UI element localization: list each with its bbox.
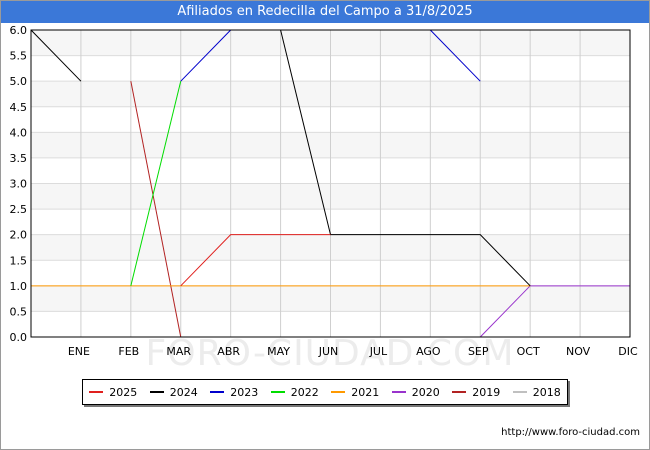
y-tick-label: 2.5 — [10, 203, 28, 216]
source-url: http://www.foro-ciudad.com — [501, 427, 640, 438]
y-tick-label: 1.0 — [10, 280, 28, 293]
legend-item-2020: 2020 — [391, 385, 440, 399]
legend-item-2019: 2019 — [452, 386, 500, 399]
legend-item-2021: 2021 — [331, 386, 379, 399]
x-tick-label: MAY — [267, 345, 290, 358]
legend-label: 2023 — [230, 385, 259, 399]
legend-swatch — [270, 391, 285, 393]
x-tick-label: NOV — [566, 345, 591, 358]
legend-label: 2025 — [109, 385, 138, 399]
x-tick-label: AGO — [416, 345, 441, 358]
y-tick-label: 0.5 — [10, 305, 28, 318]
legend-swatch — [89, 391, 104, 393]
y-tick-label: 6.0 — [10, 24, 28, 37]
x-tick-label: DIC — [618, 345, 638, 358]
x-tick-label: SEP — [468, 345, 489, 358]
x-tick-label: ABR — [217, 345, 240, 358]
x-tick-label: OCT — [517, 345, 540, 358]
chart-legend: 2025 2024 2023 2022 2021 2020 2019 2018 — [82, 379, 568, 405]
y-tick-label: 3.5 — [10, 152, 28, 165]
y-tick-label: 0.0 — [10, 331, 28, 344]
x-tick-label: JUL — [369, 345, 388, 358]
y-tick-label: 3.0 — [10, 178, 28, 191]
legend-item-2023: 2023 — [210, 386, 258, 399]
x-tick-label: FEB — [118, 345, 139, 358]
y-tick-label: 5.5 — [10, 50, 28, 63]
y-tick-label: 4.0 — [10, 126, 28, 139]
legend-label: 2019 — [472, 385, 501, 399]
legend-swatch — [452, 391, 467, 393]
y-tick-label: 2.0 — [10, 229, 28, 242]
x-tick-label: JUN — [318, 345, 339, 358]
legend-label: 2020 — [411, 385, 440, 399]
legend-item-2022: 2022 — [270, 385, 319, 399]
x-tick-label: ENE — [68, 345, 90, 358]
legend-label: 2022 — [290, 385, 319, 399]
y-tick-label: 4.5 — [10, 101, 28, 114]
legend-item-2024: 2024 — [149, 385, 198, 399]
x-tick-label: MAR — [166, 345, 191, 358]
legend-label: 2021 — [351, 385, 380, 399]
legend-swatch — [210, 391, 225, 393]
y-tick-label: 5.0 — [10, 75, 28, 88]
legend-label: 2024 — [169, 385, 198, 399]
y-tick-label: 1.5 — [10, 254, 28, 267]
legend-swatch — [391, 391, 406, 393]
legend-label: 2018 — [532, 385, 561, 399]
legend-swatch — [512, 391, 527, 393]
legend-item-2018: 2018 — [512, 385, 561, 399]
legend-item-2025: 2025 — [89, 386, 137, 399]
legend-swatch — [331, 391, 346, 393]
legend-swatch — [149, 391, 164, 393]
